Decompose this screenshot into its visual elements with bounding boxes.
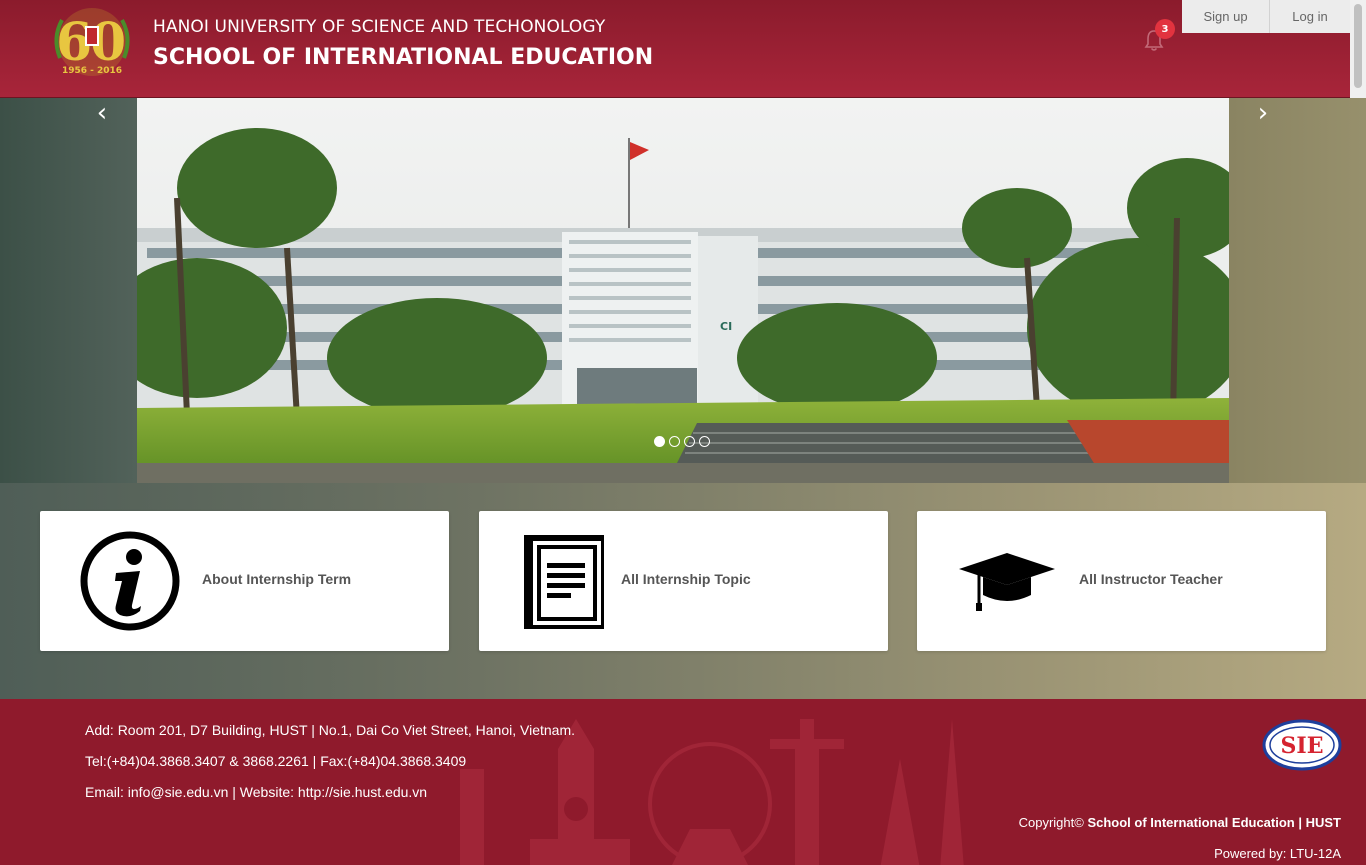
book-icon (524, 535, 604, 629)
copyright-prefix: Copyright© (1018, 815, 1084, 830)
chevron-left-icon[interactable]: ‹ (92, 100, 112, 126)
svg-text:CI: CI (720, 320, 732, 333)
sie-logo[interactable]: SIE (1262, 719, 1342, 771)
footer-copyright: Copyright© School of International Educa… (1019, 815, 1341, 830)
footer-phone: Tel:(+84)04.3868.3407 & 3868.2261 | Fax:… (85, 753, 467, 769)
notification-badge[interactable]: 3 (1155, 19, 1175, 39)
school-name[interactable]: SCHOOL OF INTERNATIONAL EDUCATION (153, 45, 653, 70)
carousel-dot-2[interactable] (669, 436, 680, 447)
carousel-dot-4[interactable] (699, 436, 710, 447)
carousel-slide-image: CI (137, 98, 1229, 483)
copyright-org: School of International Education | HUST (1087, 815, 1341, 830)
page-scrollbar[interactable] (1350, 0, 1366, 98)
auth-buttons: Sign up Log in (1182, 0, 1350, 33)
footer-contact[interactable]: Email: info@sie.edu.vn | Website: http:/… (85, 784, 427, 800)
card-all-instructor-teacher[interactable]: All Instructor Teacher (917, 511, 1326, 651)
card-label: About Internship Term (202, 571, 352, 587)
site-header: 6 0 1956 - 2016 HANOI UNIVERSITY OF SCIE… (0, 0, 1350, 98)
sie-logo-text: SIE (1281, 733, 1324, 759)
quick-links-section: About Internship Term All Internship Top… (0, 483, 1366, 699)
info-icon (80, 531, 180, 631)
carousel-dot-3[interactable] (684, 436, 695, 447)
signup-button[interactable]: Sign up (1182, 0, 1270, 33)
footer-powered-by: Powered by: LTU-12A (1214, 846, 1341, 861)
carousel-indicators (654, 436, 710, 447)
footer-address: Add: Room 201, D7 Building, HUST | No.1,… (85, 722, 575, 738)
logo-years: 1956 - 2016 (61, 66, 123, 76)
site-footer: Add: Room 201, D7 Building, HUST | No.1,… (0, 699, 1366, 865)
card-about-internship-term[interactable]: About Internship Term (40, 511, 449, 651)
card-all-internship-topic[interactable]: All Internship Topic (479, 511, 888, 651)
login-button[interactable]: Log in (1270, 0, 1350, 33)
image-carousel: CI ‹ › (0, 98, 1366, 483)
carousel-dot-1[interactable] (654, 436, 665, 447)
graduation-cap-icon (959, 553, 1055, 611)
card-label: All Internship Topic (621, 571, 751, 587)
university-name: HANOI UNIVERSITY OF SCIENCE AND TECHONOL… (153, 17, 606, 37)
chevron-right-icon[interactable]: › (1253, 100, 1273, 126)
card-label: All Instructor Teacher (1079, 571, 1223, 587)
scrollbar-thumb[interactable] (1354, 4, 1362, 88)
